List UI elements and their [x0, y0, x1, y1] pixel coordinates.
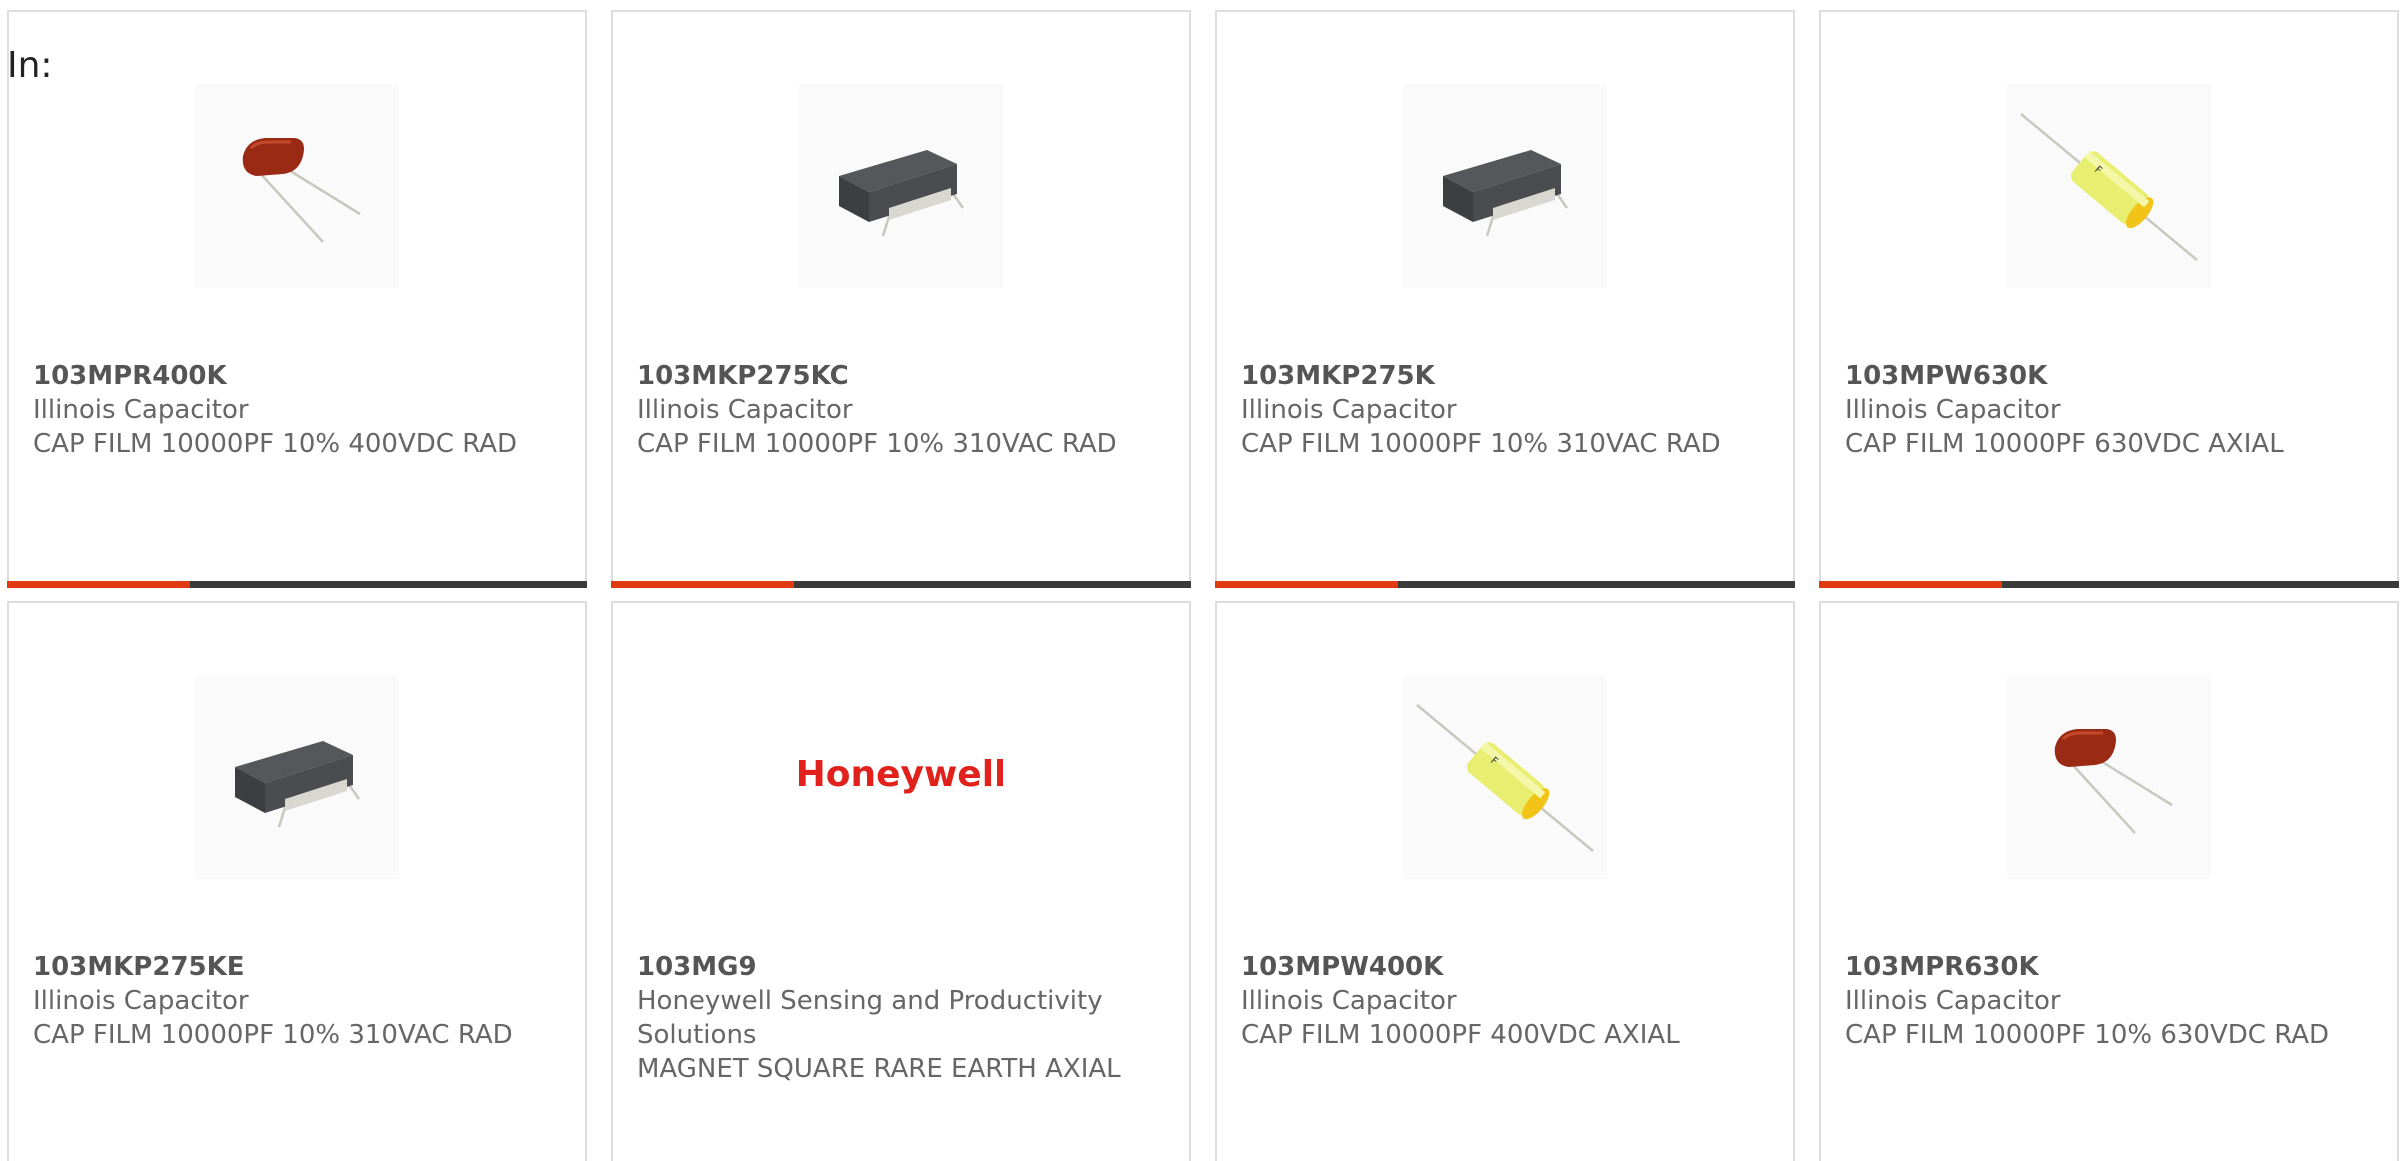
- part-number[interactable]: 103MG9: [637, 950, 1157, 984]
- manufacturer: Illinois Capacitor: [33, 395, 249, 425]
- product-image[interactable]: [2007, 675, 2211, 879]
- card-accent-bar: [1215, 581, 1398, 588]
- card-footer-bar: [1215, 581, 1795, 588]
- description: CAP FILM 10000PF 10% 630VDC RAD: [1845, 1020, 2330, 1050]
- part-number[interactable]: 103MPR630K: [1845, 950, 2365, 984]
- card-footer-bar: [611, 581, 1191, 588]
- description: CAP FILM 10000PF 10% 310VAC RAD: [33, 1020, 513, 1050]
- part-number[interactable]: 103MPW630K: [1845, 359, 2365, 393]
- part-number[interactable]: 103MKP275K: [1241, 359, 1761, 393]
- card-footer-bar: [7, 581, 587, 588]
- part-number[interactable]: 103MKP275KC: [637, 359, 1157, 393]
- filter-label: In:: [7, 45, 53, 86]
- part-number[interactable]: 103MPR400K: [33, 359, 553, 393]
- product-card[interactable]: 103MKP275K Illinois Capacitor CAP FILM 1…: [1215, 10, 1795, 588]
- product-card[interactable]: F 103MPW630K Illinois Capacitor CAP FILM…: [1819, 10, 2399, 588]
- red-film-capacitor-icon: [242, 138, 361, 243]
- part-number[interactable]: 103MKP275KE: [33, 950, 553, 984]
- product-card[interactable]: Honeywell 103MG9 Honeywell Sensing and P…: [611, 601, 1191, 1161]
- honeywell-logo-icon: Honeywell: [799, 754, 1003, 795]
- honeywell-logo-text: Honeywell: [799, 754, 1003, 795]
- product-card[interactable]: 103MPR630K Illinois Capacitor CAP FILM 1…: [1819, 601, 2399, 1161]
- product-image[interactable]: F: [2007, 84, 2211, 288]
- gray-box-capacitor-icon: [1443, 150, 1569, 237]
- gray-box-capacitor-icon: [839, 150, 965, 237]
- description: CAP FILM 10000PF 630VDC AXIAL: [1845, 429, 2284, 459]
- part-number[interactable]: 103MPW400K: [1241, 950, 1761, 984]
- product-image[interactable]: F: [1403, 675, 1607, 879]
- manufacturer: Illinois Capacitor: [1241, 986, 1457, 1016]
- product-image[interactable]: [799, 84, 1003, 288]
- product-image[interactable]: [195, 675, 399, 879]
- manufacturer: Illinois Capacitor: [1845, 395, 2061, 425]
- product-image[interactable]: [1403, 84, 1607, 288]
- product-image[interactable]: Honeywell: [799, 675, 1003, 879]
- product-card[interactable]: 103MKP275KC Illinois Capacitor CAP FILM …: [611, 10, 1191, 588]
- manufacturer: Illinois Capacitor: [1241, 395, 1457, 425]
- description: CAP FILM 10000PF 10% 310VAC RAD: [1241, 429, 1721, 459]
- manufacturer: Illinois Capacitor: [33, 986, 249, 1016]
- product-card[interactable]: F 103MPW400K Illinois Capacitor CAP FILM…: [1215, 601, 1795, 1161]
- card-accent-bar: [611, 581, 794, 588]
- description: CAP FILM 10000PF 400VDC AXIAL: [1241, 1020, 1680, 1050]
- description: CAP FILM 10000PF 10% 400VDC RAD: [33, 429, 518, 459]
- description: CAP FILM 10000PF 10% 310VAC RAD: [637, 429, 1117, 459]
- yellow-axial-capacitor-icon: F: [1416, 704, 1594, 852]
- yellow-axial-capacitor-icon: F: [2020, 113, 2198, 261]
- product-card[interactable]: 103MKP275KE Illinois Capacitor CAP FILM …: [7, 601, 587, 1161]
- product-grid-page: In: 103MPR400K Illinois Capacitor CAP FI…: [0, 0, 2400, 1161]
- card-footer-bar: [1819, 581, 2399, 588]
- manufacturer: Illinois Capacitor: [1845, 986, 2061, 1016]
- product-image[interactable]: [195, 84, 399, 288]
- description: MAGNET SQUARE RARE EARTH AXIAL: [637, 1054, 1121, 1084]
- manufacturer: Illinois Capacitor: [637, 395, 853, 425]
- product-card[interactable]: 103MPR400K Illinois Capacitor CAP FILM 1…: [7, 10, 587, 588]
- gray-box-capacitor-icon: [235, 741, 361, 828]
- card-accent-bar: [7, 581, 190, 588]
- card-accent-bar: [1819, 581, 2002, 588]
- manufacturer: Honeywell Sensing and Productivity Solut…: [637, 986, 1103, 1050]
- red-film-capacitor-icon: [2054, 729, 2173, 834]
